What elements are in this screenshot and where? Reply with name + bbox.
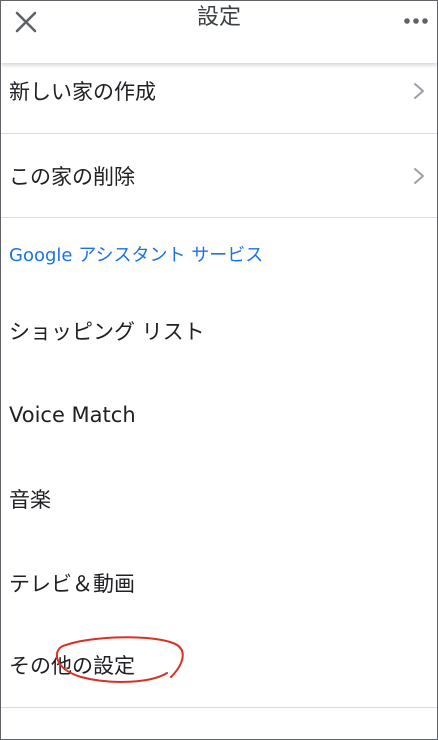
divider [1, 217, 437, 218]
app-header: 設定 [1, 1, 437, 63]
section-header-google-assistant: Google アシスタント サービス [9, 245, 264, 266]
page-title: 設定 [196, 5, 241, 30]
settings-screen: 設定 新しい家の作成 この家の削除 Google アシスタント サービス ショッ… [0, 0, 438, 740]
tv-video-item[interactable]: テレビ＆動画 [1, 541, 437, 625]
voice-match-item[interactable]: Voice Match [1, 373, 437, 457]
more-options-button[interactable] [399, 7, 433, 35]
divider [1, 707, 437, 708]
list-item-label: ショッピング リスト [9, 320, 205, 344]
list-item-label: その他の設定 [9, 654, 135, 678]
more-horizontal-icon [404, 18, 428, 24]
delete-home-item[interactable]: この家の削除 [1, 134, 437, 217]
other-settings-item[interactable]: その他の設定 [1, 623, 437, 707]
chevron-right-icon [414, 167, 424, 184]
list-item-label: テレビ＆動画 [9, 572, 135, 596]
list-item-label: Voice Match [9, 403, 136, 427]
list-item-label: 音楽 [9, 488, 51, 512]
list-item-label: この家の削除 [9, 164, 135, 189]
chevron-right-icon [414, 83, 424, 99]
music-item[interactable]: 音楽 [1, 457, 437, 541]
shopping-list-item[interactable]: ショッピング リスト [1, 289, 437, 373]
list-item-label: 新しい家の作成 [9, 80, 156, 104]
